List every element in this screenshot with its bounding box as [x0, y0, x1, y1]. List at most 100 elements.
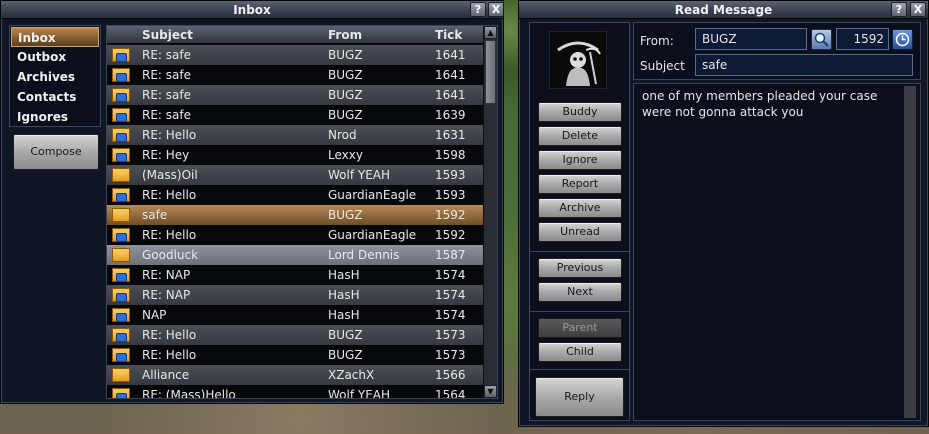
scroll-up-icon[interactable]: ▲: [484, 26, 497, 39]
next-button[interactable]: Next: [538, 282, 622, 302]
message-row[interactable]: Goodluck Lord Dennis 1587: [107, 245, 483, 265]
message-subject: RE: safe: [142, 68, 191, 82]
message-body: one of my members pleaded your case were…: [642, 89, 878, 119]
reply-envelope-icon: [112, 348, 130, 362]
reply-button[interactable]: Reply: [535, 377, 624, 417]
message-tick: 1598: [435, 148, 466, 162]
message-row[interactable]: RE: (Mass)Hello Wolf YEAH 1564: [107, 385, 483, 399]
parent-button[interactable]: Parent: [538, 318, 622, 338]
ignore-button[interactable]: Ignore: [538, 150, 622, 170]
help-button[interactable]: ?: [891, 2, 907, 17]
message-row[interactable]: RE: safe BUGZ 1641: [107, 85, 483, 105]
message-tick: 1631: [435, 128, 466, 142]
message-row[interactable]: NAP HasH 1574: [107, 305, 483, 325]
close-button[interactable]: X: [488, 2, 504, 17]
message-from: Nrod: [328, 128, 357, 142]
envelope-icon: [112, 208, 130, 222]
magnifier-icon[interactable]: [811, 29, 832, 50]
folder-ignores[interactable]: Ignores: [11, 107, 99, 127]
message-subject: RE: safe: [142, 88, 191, 102]
message-from: GuardianEagle: [328, 188, 417, 202]
message-row[interactable]: RE: Hello GuardianEagle 1593: [107, 185, 483, 205]
close-button[interactable]: X: [910, 2, 926, 17]
inbox-title: Inbox: [233, 3, 271, 17]
message-subject: RE: NAP: [142, 288, 191, 302]
message-row[interactable]: RE: safe BUGZ 1641: [107, 45, 483, 65]
message-subject: NAP: [142, 308, 167, 322]
message-row[interactable]: RE: Hello Nrod 1631: [107, 125, 483, 145]
message-from: Wolf YEAH: [328, 168, 391, 182]
reaper-logo-icon: [557, 41, 601, 86]
folder-list: Inbox Outbox Archives Contacts Ignores: [9, 25, 101, 127]
divider: [530, 369, 629, 370]
folder-contacts[interactable]: Contacts: [11, 87, 99, 107]
message-subject: RE: safe: [142, 48, 191, 62]
message-tick: 1641: [435, 68, 466, 82]
message-row[interactable]: RE: safe BUGZ 1641: [107, 65, 483, 85]
inbox-titlebar[interactable]: Inbox ? X: [1, 1, 504, 19]
folder-outbox[interactable]: Outbox: [11, 47, 99, 67]
inbox-window: Inbox ? X Inbox Outbox Archives Contacts…: [0, 0, 504, 404]
from-field[interactable]: BUGZ: [695, 28, 807, 50]
message-from: BUGZ: [328, 48, 363, 62]
message-subject: RE: (Mass)Hello: [142, 388, 236, 399]
child-button[interactable]: Child: [538, 342, 622, 362]
message-from: BUGZ: [328, 108, 363, 122]
message-tick: 1574: [435, 288, 466, 302]
report-button[interactable]: Report: [538, 174, 622, 194]
message-from: Lexxy: [328, 148, 363, 162]
folder-archives[interactable]: Archives: [11, 67, 99, 87]
message-from: HasH: [328, 308, 360, 322]
archive-button[interactable]: Archive: [538, 198, 622, 218]
message-subject: (Mass)Oil: [142, 168, 198, 182]
buddy-button[interactable]: Buddy: [538, 102, 622, 122]
message-tick: 1564: [435, 388, 466, 399]
message-row[interactable]: RE: safe BUGZ 1639: [107, 105, 483, 125]
message-from: HasH: [328, 268, 360, 282]
list-header: Subject From Tick: [107, 26, 497, 44]
message-row[interactable]: (Mass)Oil Wolf YEAH 1593: [107, 165, 483, 185]
reply-envelope-icon: [112, 388, 130, 398]
envelope-icon: [112, 248, 130, 262]
read-titlebar[interactable]: Read Message ? X: [519, 1, 928, 19]
body-scrollbar[interactable]: [903, 86, 916, 418]
message-row[interactable]: safe BUGZ 1592: [107, 205, 483, 225]
list-scrollbar[interactable]: ▲ ▼: [483, 26, 497, 398]
compose-button[interactable]: Compose: [13, 134, 99, 170]
previous-button[interactable]: Previous: [538, 258, 622, 278]
subject-label: Subject: [640, 59, 685, 73]
reply-envelope-icon: [112, 308, 130, 322]
help-button[interactable]: ?: [470, 2, 486, 17]
message-subject: safe: [142, 208, 168, 222]
envelope-icon: [112, 368, 130, 382]
unread-button[interactable]: Unread: [538, 222, 622, 242]
scroll-thumb[interactable]: [485, 40, 496, 104]
message-row[interactable]: RE: Hello BUGZ 1573: [107, 345, 483, 365]
message-row[interactable]: RE: NAP HasH 1574: [107, 285, 483, 305]
message-row[interactable]: RE: Hello GuardianEagle 1592: [107, 225, 483, 245]
column-from[interactable]: From: [328, 28, 362, 42]
message-tick: 1593: [435, 168, 466, 182]
read-title: Read Message: [674, 3, 773, 17]
message-tick: 1574: [435, 308, 466, 322]
message-subject: RE: Hello: [142, 188, 197, 202]
message-row[interactable]: Alliance XZachX 1566: [107, 365, 483, 385]
divider: [530, 251, 629, 252]
delete-button[interactable]: Delete: [538, 126, 622, 146]
column-tick[interactable]: Tick: [435, 28, 462, 42]
scroll-down-icon[interactable]: ▼: [484, 385, 497, 398]
envelope-icon: [112, 168, 130, 182]
message-tick: 1592: [435, 208, 466, 222]
reply-envelope-icon: [112, 228, 130, 242]
message-row[interactable]: RE: NAP HasH 1574: [107, 265, 483, 285]
message-from: GuardianEagle: [328, 228, 417, 242]
message-tick: 1566: [435, 368, 466, 382]
message-tick: 1573: [435, 348, 466, 362]
folder-inbox[interactable]: Inbox: [11, 27, 99, 47]
message-tick: 1593: [435, 188, 466, 202]
message-row[interactable]: RE: Hey Lexxy 1598: [107, 145, 483, 165]
column-subject[interactable]: Subject: [142, 28, 193, 42]
message-row[interactable]: RE: Hello BUGZ 1573: [107, 325, 483, 345]
message-subject: Goodluck: [142, 248, 199, 262]
clock-icon[interactable]: [892, 29, 913, 50]
